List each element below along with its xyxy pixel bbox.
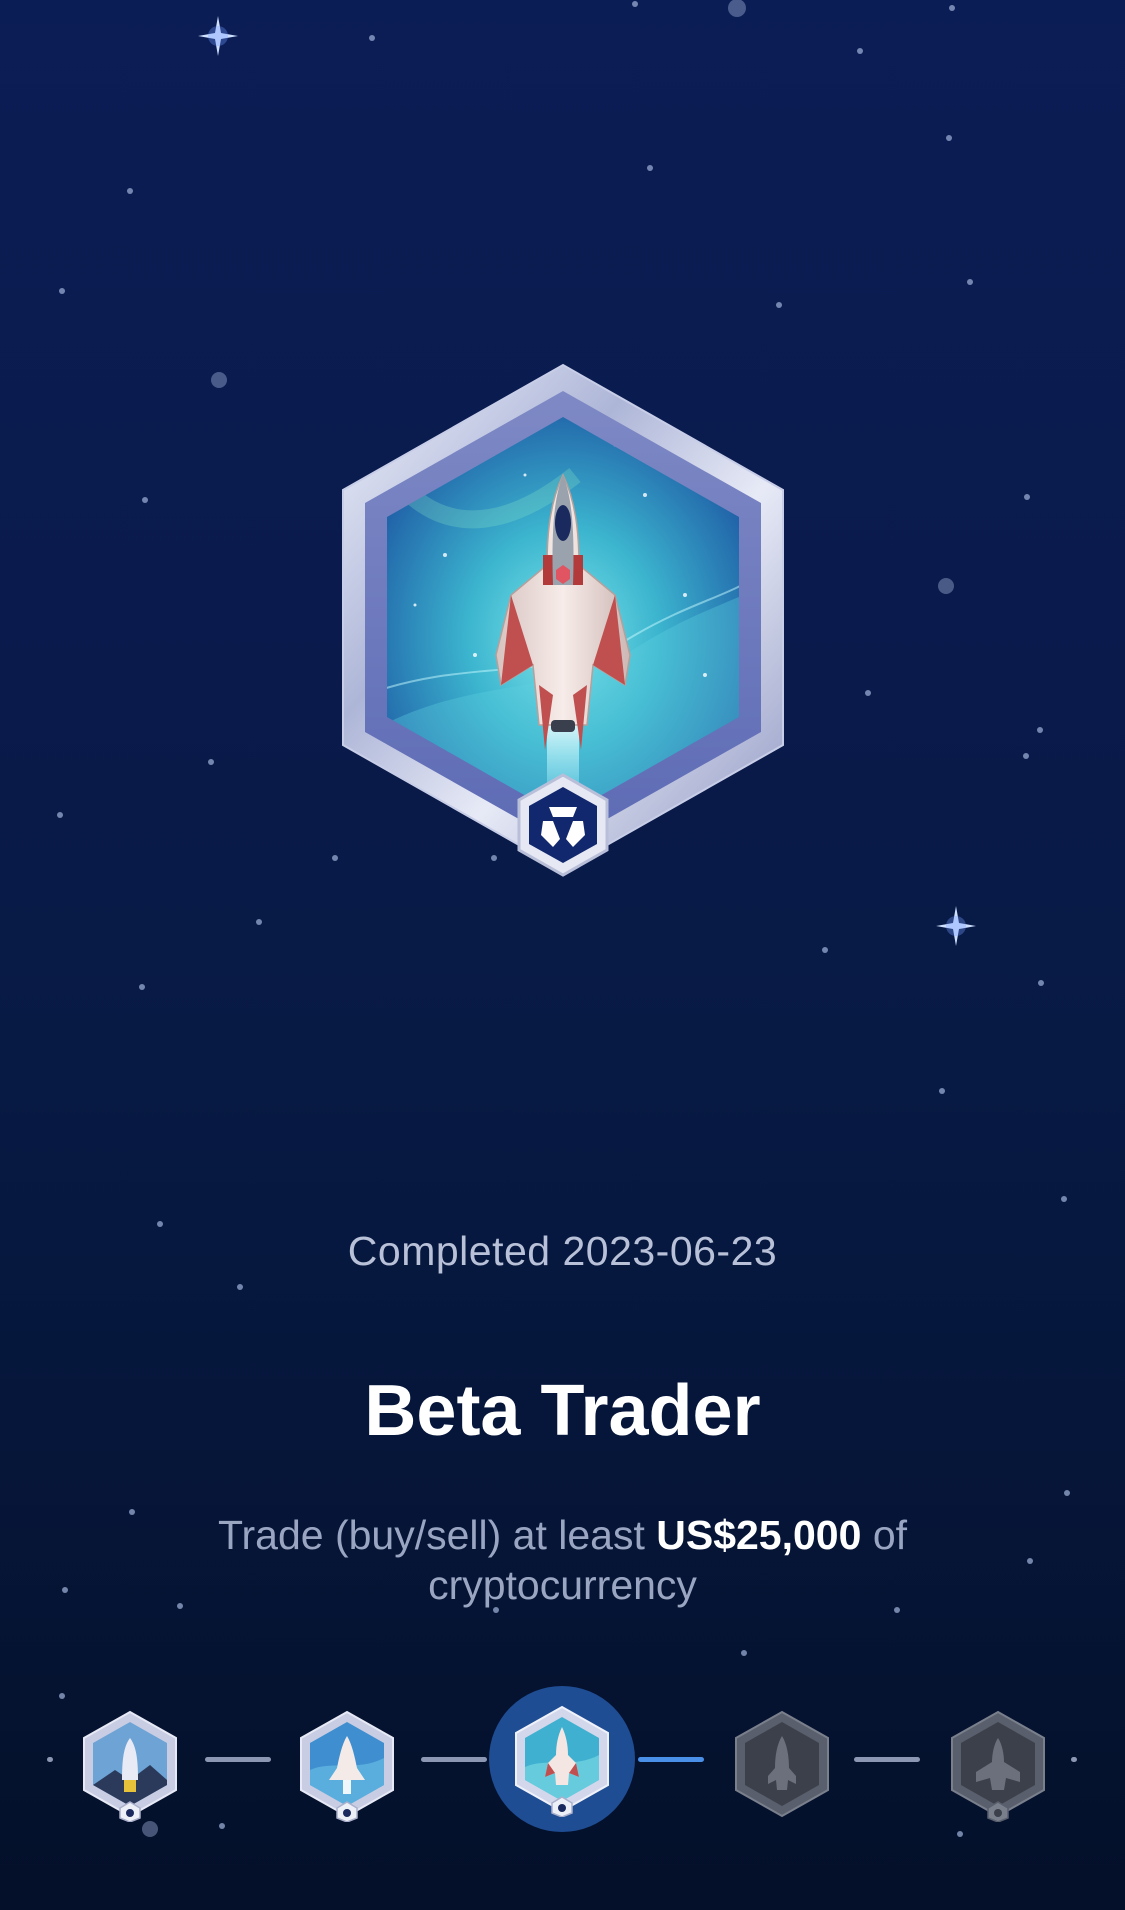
level-5-badge-locked[interactable] <box>948 1710 1048 1822</box>
completed-date: Completed 2023-06-23 <box>347 1228 778 1274</box>
description-amount: US$25,000 <box>656 1512 862 1558</box>
level-4-badge-locked[interactable] <box>732 1710 832 1822</box>
track-end-dot <box>1071 1757 1077 1762</box>
level-3-badge-current[interactable] <box>489 1686 635 1832</box>
track-start-dot <box>47 1757 53 1762</box>
level-connector <box>205 1757 271 1762</box>
locked-rocket-badge-icon <box>735 1710 829 1818</box>
shuttle-badge-icon <box>300 1710 394 1822</box>
level-connector-active <box>638 1757 704 1762</box>
spaceship-badge-icon <box>515 1705 609 1817</box>
starfield-background <box>57 0 1070 1837</box>
achievement-badge <box>325 355 801 895</box>
level-progress-track <box>0 1680 1125 1840</box>
locked-starship-badge-icon <box>951 1710 1045 1822</box>
level-2-badge[interactable] <box>297 1710 397 1822</box>
level-connector <box>854 1757 920 1762</box>
level-connector <box>421 1757 487 1762</box>
description-prefix: Trade (buy/sell) at least <box>217 1512 657 1558</box>
achievement-title: Beta Trader <box>364 1371 761 1451</box>
achievement-description: Trade (buy/sell) at least US$25,000 of c… <box>150 1510 975 1610</box>
level-1-badge[interactable] <box>80 1710 180 1822</box>
rocket-badge-icon <box>83 1710 177 1822</box>
